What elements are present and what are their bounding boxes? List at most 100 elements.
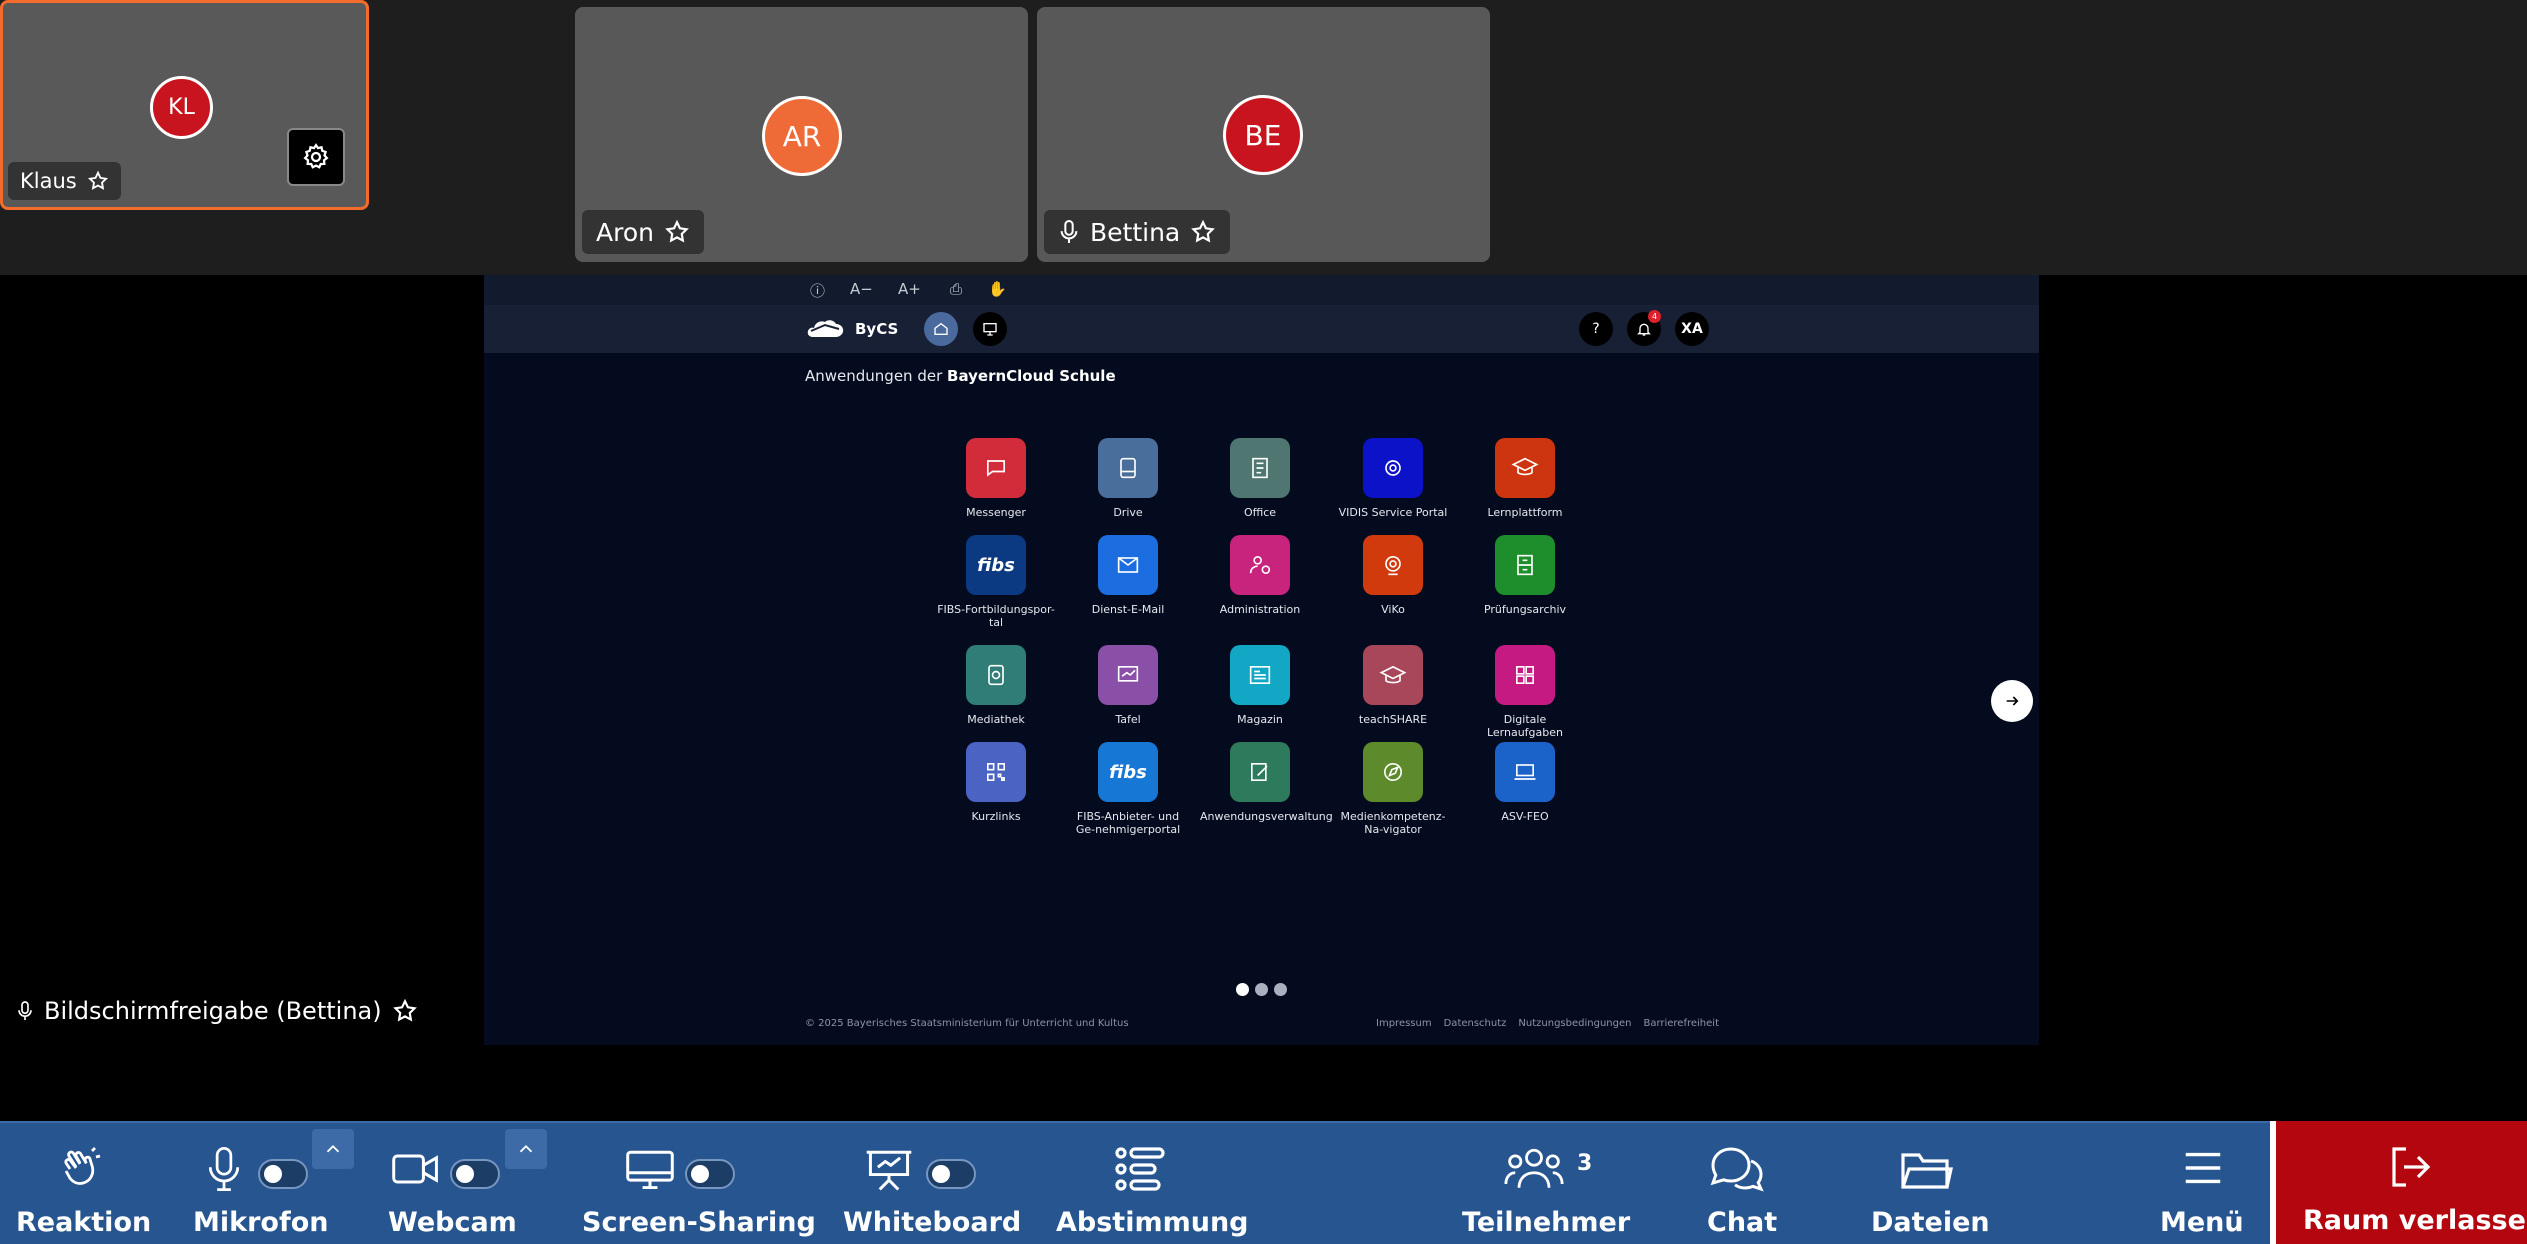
microphone-control[interactable]: Mikrofon <box>193 1123 383 1244</box>
fibs-logo-text: fibs <box>977 554 1015 576</box>
webcam-icon <box>1363 535 1423 595</box>
vidis-icon <box>1363 438 1423 498</box>
whiteboard-control[interactable]: Whiteboard <box>843 1123 1021 1244</box>
app-label: Tafel <box>1115 713 1141 726</box>
menu-button[interactable]: Menü <box>2160 1123 2244 1244</box>
participants-button[interactable]: 3 Teilnehmer <box>1462 1123 1630 1244</box>
app-tile[interactable]: Magazin <box>1200 645 1320 726</box>
magazine-icon <box>1230 645 1290 705</box>
reaction-button[interactable]: Reaktion <box>16 1123 151 1244</box>
app-tile[interactable]: Digitale Lernaufgaben <box>1465 645 1585 739</box>
webcam-options-button[interactable] <box>505 1129 547 1169</box>
print-icon[interactable]: ⎙ <box>950 280 962 298</box>
app-tile[interactable]: Administration <box>1200 535 1320 616</box>
screen-sharing-toggle[interactable] <box>685 1159 735 1189</box>
microphone-icon <box>1060 219 1078 243</box>
font-larger-button[interactable]: A+ <box>898 280 921 298</box>
app-tile[interactable]: Drive <box>1068 438 1188 519</box>
notification-badge: 4 <box>1648 310 1661 323</box>
screen-share-stage: ⓘ A− A+ ⎙ ✋ ByCS ? 4 XA Anwendungen der … <box>0 275 2527 1119</box>
app-tile[interactable]: Lernplattform <box>1465 438 1585 519</box>
footer-link-impressum[interactable]: Impressum <box>1376 1018 1432 1029</box>
chevron-up-icon <box>326 1144 340 1153</box>
admin-icon <box>1230 535 1290 595</box>
star-icon[interactable] <box>1190 219 1216 245</box>
app-tile[interactable]: Tafel <box>1068 645 1188 726</box>
app-label: teachSHARE <box>1358 713 1428 726</box>
screen-sharing-control[interactable]: Screen-Sharing <box>582 1123 816 1244</box>
footer-link-nutzungsbedingungen[interactable]: Nutzungsbedingungen <box>1518 1018 1631 1029</box>
app-tile[interactable]: Messenger <box>936 438 1056 519</box>
next-page-button[interactable] <box>1991 680 2033 722</box>
name-chip-bettina: Bettina <box>1044 210 1231 254</box>
help-button[interactable]: ? <box>1579 312 1613 346</box>
app-tile[interactable]: ASV-FEO <box>1465 742 1585 823</box>
participant-name-bettina: Bettina <box>1090 217 1181 247</box>
whiteboard-label: Whiteboard <box>843 1207 1022 1238</box>
avatar-klaus: KL <box>150 76 213 139</box>
home-button[interactable] <box>924 312 958 346</box>
hand-icon[interactable]: ✋ <box>988 280 1007 298</box>
footer-links: Impressum Datenschutz Nutzungsbedingunge… <box>1376 1018 1719 1029</box>
webcam-toggle[interactable] <box>450 1159 500 1189</box>
app-label: Dienst-E-Mail <box>1091 603 1165 616</box>
app-tile[interactable]: ViKo <box>1333 535 1453 616</box>
reaction-label: Reaktion <box>16 1207 152 1238</box>
fibs-logo-text: fibs <box>1109 761 1147 783</box>
info-icon[interactable]: ⓘ <box>810 280 825 301</box>
footer-link-datenschutz[interactable]: Datenschutz <box>1444 1018 1507 1029</box>
app-tile[interactable]: Medienkompetenz-Na-vigator <box>1333 742 1453 836</box>
microphone-label: Mikrofon <box>193 1207 329 1238</box>
monitor-icon <box>626 1150 674 1190</box>
name-chip-klaus: Klaus <box>8 162 121 200</box>
app-label: FIBS-Fortbildungspor-tal <box>937 603 1055 629</box>
app-tile[interactable]: Office <box>1200 438 1320 519</box>
leave-room-button[interactable]: Raum verlassen <box>2270 1121 2527 1244</box>
archive-icon <box>1495 535 1555 595</box>
presentation-button[interactable] <box>973 312 1007 346</box>
fibs-icon: fibs <box>966 535 1026 595</box>
pagination-dot-3[interactable] <box>1274 983 1287 996</box>
arrow-right-icon <box>2006 696 2019 706</box>
webcam-control[interactable]: Webcam <box>388 1123 548 1244</box>
app-tile[interactable]: teachSHARE <box>1333 645 1453 726</box>
pagination-dot-2[interactable] <box>1255 983 1268 996</box>
whiteboard-toggle[interactable] <box>926 1159 976 1189</box>
star-icon[interactable] <box>392 998 418 1024</box>
user-menu-avatar[interactable]: XA <box>1675 312 1709 346</box>
app-tile[interactable]: VIDIS Service Portal <box>1333 438 1453 519</box>
files-label: Dateien <box>1871 1207 1990 1238</box>
poll-button[interactable]: Abstimmung <box>1056 1123 1249 1244</box>
star-icon[interactable] <box>87 170 109 192</box>
app-tile[interactable]: fibs FIBS-Anbieter- und Ge-nehmigerportal <box>1068 742 1188 836</box>
microphone-options-button[interactable] <box>312 1129 354 1169</box>
footer-link-barrierefreiheit[interactable]: Barrierefreiheit <box>1643 1018 1719 1029</box>
poll-icon <box>1115 1147 1165 1191</box>
font-smaller-button[interactable]: A− <box>850 280 873 298</box>
microphone-icon <box>208 1147 240 1191</box>
star-icon[interactable] <box>664 219 690 245</box>
screen-sharing-label: Screen-Sharing <box>582 1207 816 1238</box>
pagination-dot-1[interactable] <box>1236 983 1249 996</box>
accessibility-bar: ⓘ A− A+ ⎙ ✋ <box>484 275 2039 305</box>
self-view-settings-button[interactable] <box>287 128 345 186</box>
waving-hand-icon <box>64 1147 101 1185</box>
files-button[interactable]: Dateien <box>1871 1123 1990 1244</box>
toggle-knob <box>691 1165 709 1183</box>
bottom-toolbar: Reaktion Mikrofon Webcam Screen-Sharing <box>0 1121 2527 1244</box>
section-title: Anwendungen der BayernCloud Schule <box>805 367 1116 385</box>
self-view-tile-klaus[interactable]: KL Klaus <box>0 0 369 210</box>
app-tile[interactable]: Dienst-E-Mail <box>1068 535 1188 616</box>
notifications-button[interactable]: 4 <box>1627 310 1661 346</box>
app-tile[interactable]: Mediathek <box>936 645 1056 726</box>
app-tile[interactable]: Kurzlinks <box>936 742 1056 823</box>
name-chip-aron: Aron <box>582 210 704 254</box>
chat-button[interactable]: Chat <box>1707 1123 1787 1244</box>
microphone-icon <box>18 1001 32 1020</box>
app-tile[interactable]: Anwendungsverwaltung <box>1200 742 1333 823</box>
toggle-knob <box>932 1165 950 1183</box>
app-tile[interactable]: fibs FIBS-Fortbildungspor-tal <box>936 535 1056 629</box>
bycs-logo[interactable]: ByCS <box>805 315 898 343</box>
microphone-toggle[interactable] <box>258 1159 308 1189</box>
app-tile[interactable]: Prüfungsarchiv <box>1465 535 1585 616</box>
